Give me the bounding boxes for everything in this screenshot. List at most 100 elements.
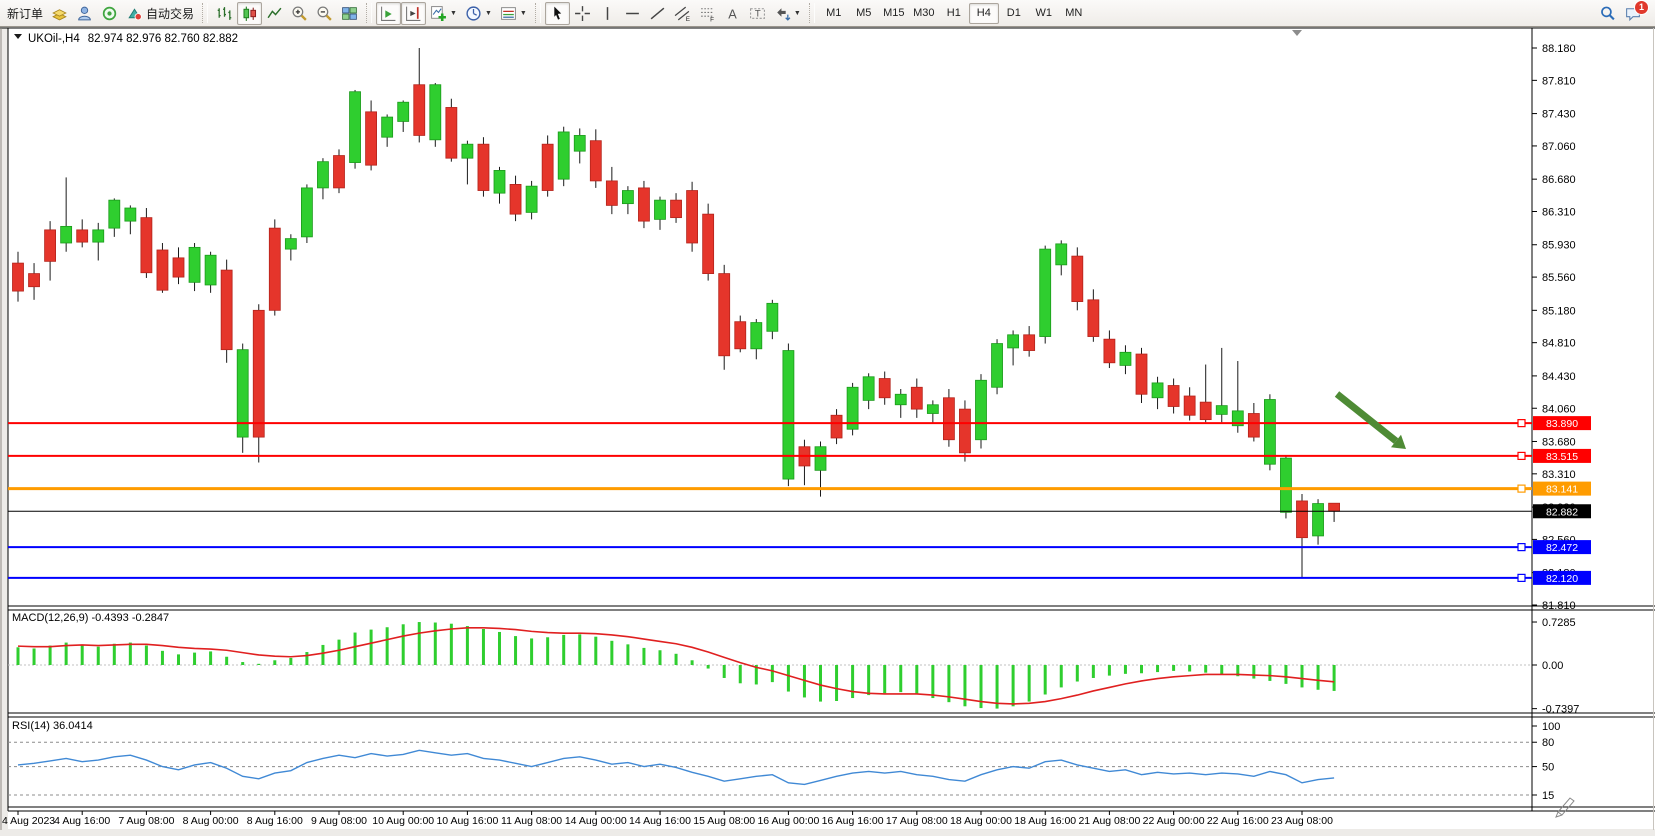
indicators-button[interactable]: ▼ [426, 2, 461, 25]
text-label-button[interactable]: T [745, 2, 770, 25]
market-watch-button[interactable] [47, 2, 72, 25]
zoom-in-button[interactable] [287, 2, 312, 25]
navigator-button[interactable] [72, 2, 97, 25]
bar-chart-icon [216, 5, 233, 22]
candle [237, 344, 248, 453]
candle [1072, 247, 1083, 310]
cursor-button[interactable] [545, 2, 570, 25]
macd-label: MACD(12,26,9) -0.4393 -0.2847 [12, 612, 169, 624]
macd-tick-label: -0.7397 [1542, 704, 1579, 716]
price-tick-label: 83.680 [1542, 436, 1576, 448]
hline-handle[interactable] [1518, 544, 1525, 551]
timeframe-button-M15[interactable]: M15 [879, 3, 909, 24]
hline-handle[interactable] [1518, 485, 1525, 492]
crosshair-button[interactable] [570, 2, 595, 25]
time-tick-label: 15 Aug 08:00 [693, 815, 755, 827]
time-tick-label: 4 Aug 16:00 [54, 815, 110, 827]
autotrading-button[interactable]: 自动交易 [122, 2, 198, 25]
price-tick-label: 86.680 [1542, 174, 1576, 186]
signal-icon [101, 5, 118, 22]
candle [976, 374, 987, 448]
new-order-button[interactable]: 新订单 [3, 2, 47, 25]
timeframe-button-H4[interactable]: H4 [969, 3, 999, 24]
clock-icon [465, 5, 482, 22]
notification-badge: 1 [1634, 0, 1649, 15]
fibonacci-button[interactable]: F [695, 2, 720, 25]
price-flag-label: 82.882 [1546, 506, 1578, 518]
mt4-terminal: { "toolbar": { "new_order": "新订单", "auto… [0, 0, 1655, 836]
candle [558, 127, 569, 186]
template-icon [500, 5, 517, 22]
line-chart-button[interactable] [262, 2, 287, 25]
add-indicator-icon [430, 5, 447, 22]
time-tick-label: 18 Aug 16:00 [1014, 815, 1076, 827]
templates-button[interactable]: ▼ [496, 2, 531, 25]
time-tick-label: 7 Aug 08:00 [118, 815, 174, 827]
timeframe-button-MN[interactable]: MN [1059, 3, 1089, 24]
candle [959, 400, 970, 461]
candle [301, 184, 312, 243]
autotrading-label: 自动交易 [146, 5, 194, 22]
chart-canvas[interactable]: 88.18087.81087.43087.06086.68086.31085.9… [0, 0, 1655, 836]
search-button[interactable] [1595, 2, 1620, 25]
channel-button[interactable]: E [670, 2, 695, 25]
bar-chart-button[interactable] [212, 2, 237, 25]
trendline-icon [649, 5, 666, 22]
crosshair-icon [574, 5, 591, 22]
periods-button[interactable]: ▼ [461, 2, 496, 25]
toolbar-grip [535, 3, 541, 23]
timeframe-button-M5[interactable]: M5 [849, 3, 879, 24]
trendline-button[interactable] [645, 2, 670, 25]
hline-handle[interactable] [1518, 420, 1525, 427]
timeframe-button-M30[interactable]: M30 [909, 3, 939, 24]
text-button[interactable]: A [720, 2, 745, 25]
time-tick-label: 16 Aug 00:00 [757, 815, 819, 827]
hline-handle[interactable] [1518, 574, 1525, 581]
candle [542, 135, 553, 196]
candlestick-chart-button[interactable] [237, 2, 262, 25]
timeframe-button-D1[interactable]: D1 [999, 3, 1029, 24]
chat-button[interactable]: 1 [1620, 2, 1646, 25]
timeframe-button-H1[interactable]: H1 [939, 3, 969, 24]
hline-handle[interactable] [1518, 452, 1525, 459]
candle [687, 182, 698, 252]
candle [703, 204, 714, 281]
price-flag-label: 83.515 [1546, 451, 1578, 463]
price-tick-label: 84.060 [1542, 403, 1576, 415]
tile-windows-button[interactable] [337, 2, 362, 25]
chevron-down-icon: ▼ [794, 10, 801, 17]
price-tick-label: 85.930 [1542, 240, 1576, 252]
chevron-down-icon: ▼ [520, 10, 527, 17]
time-tick-label: 11 Aug 08:00 [501, 815, 562, 827]
time-tick-label: 14 Aug 00:00 [565, 815, 627, 827]
price-tick-label: 84.430 [1542, 371, 1576, 383]
auto-scroll-button[interactable] [376, 2, 401, 25]
shapes-button[interactable]: ▼ [770, 2, 805, 25]
auto-scroll-icon [380, 5, 397, 22]
candle [1040, 246, 1051, 344]
rsi-tick-label: 80 [1542, 737, 1554, 749]
time-tick-label: 23 Aug 08:00 [1271, 815, 1333, 827]
zoom-out-button[interactable] [312, 2, 337, 25]
zoom-out-icon [316, 5, 333, 22]
svg-text:A: A [728, 6, 737, 21]
chart-title: UKOil-,H482.974 82.976 82.760 82.882 [28, 33, 238, 45]
horizontal-line-button[interactable] [620, 2, 645, 25]
time-tick-label: 21 Aug 08:00 [1078, 815, 1140, 827]
time-tick-label: 10 Aug 16:00 [436, 815, 498, 827]
vertical-line-button[interactable] [595, 2, 620, 25]
svg-text:E: E [686, 15, 690, 21]
timeframe-button-W1[interactable]: W1 [1029, 3, 1059, 24]
candle [269, 219, 280, 315]
toolbar-grip [366, 3, 372, 23]
chart-shift-button[interactable] [401, 2, 426, 25]
signals-button[interactable] [97, 2, 122, 25]
timeframe-button-M1[interactable]: M1 [819, 3, 849, 24]
price-tick-label: 84.810 [1542, 338, 1576, 350]
svg-text:F: F [710, 16, 714, 22]
time-tick-label: 14 Aug 16:00 [629, 815, 691, 827]
search-icon [1599, 5, 1616, 22]
chevron-down-icon: ▼ [485, 10, 492, 17]
toolbar-grip [809, 3, 815, 23]
candlestick-icon [241, 5, 258, 22]
